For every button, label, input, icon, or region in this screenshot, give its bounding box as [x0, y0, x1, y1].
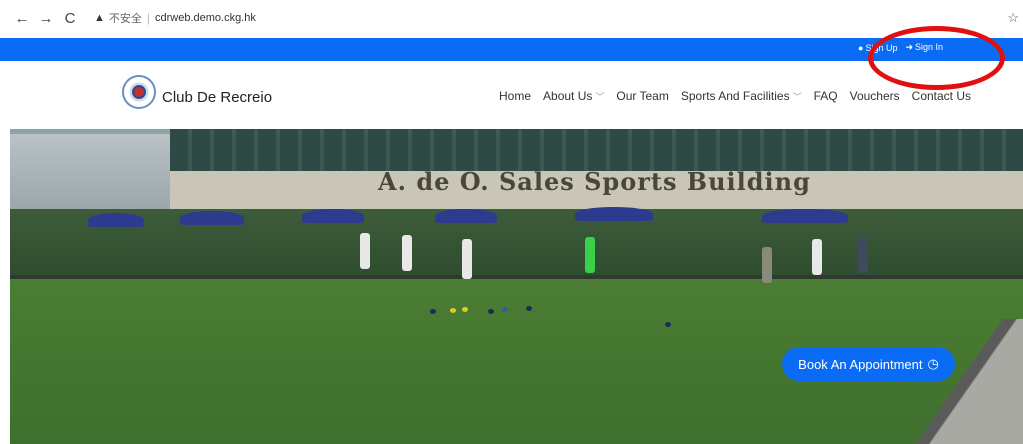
hero-image: A. de O. Sales Sports Building: [10, 129, 1023, 444]
nav-our-team[interactable]: Our Team: [616, 89, 668, 103]
forward-arrow-icon[interactable]: →: [36, 10, 56, 27]
umbrella: [435, 209, 497, 223]
player: [585, 237, 595, 273]
umbrella: [180, 211, 244, 225]
nav-contact-us[interactable]: Contact Us: [912, 89, 971, 103]
nav-about-label: About Us: [543, 89, 593, 103]
bowl: [502, 307, 508, 312]
main-nav: Home About Us ﹀ Our Team Sports And Facil…: [499, 89, 983, 103]
back-arrow-icon[interactable]: ←: [12, 10, 32, 27]
annotation-circle: [868, 26, 1005, 90]
umbrella: [302, 209, 364, 223]
nav-sports-label: Sports And Facilities: [680, 89, 790, 103]
building-sign: A. de O. Sales Sports Building: [378, 167, 811, 196]
cta-label: Book An Appointment: [798, 356, 923, 372]
chevron-down-icon: ﹀: [792, 92, 802, 102]
nav-faq[interactable]: FAQ: [814, 89, 838, 103]
browser-address-bar: ← → C ▲ 不安全 | cdrweb.demo.ckg.hk ☆: [0, 0, 1023, 36]
reload-icon[interactable]: C: [60, 10, 80, 27]
chevron-down-icon: ﹀: [595, 92, 605, 102]
insecure-label: 不安全: [108, 13, 142, 25]
player: [858, 237, 868, 273]
address-bar-actions: ☆: [1007, 10, 1019, 26]
url-separator: |: [146, 11, 151, 25]
umbrella: [762, 209, 848, 223]
url-text[interactable]: cdrweb.demo.ckg.hk: [155, 12, 256, 24]
nav-vouchers[interactable]: Vouchers: [850, 89, 900, 103]
umbrella: [575, 207, 653, 221]
clock-icon: ◷: [927, 356, 939, 371]
nav-sports-facilities[interactable]: Sports And Facilities ﹀: [681, 89, 802, 103]
hero-gutter: [913, 319, 1023, 444]
nav-contact-label: Contact Us: [911, 89, 972, 103]
nav-team-label: Our Team: [616, 89, 669, 103]
bowl: [665, 322, 671, 327]
bowl: [488, 309, 494, 314]
player: [360, 233, 370, 269]
player: [762, 247, 772, 283]
nav-about-us[interactable]: About Us ﹀: [543, 89, 604, 103]
star-icon[interactable]: ☆: [1007, 10, 1019, 26]
player: [462, 239, 472, 279]
nav-vouchers-label: Vouchers: [849, 89, 900, 103]
bowl: [450, 308, 456, 313]
bowl: [462, 307, 468, 312]
nav-home-label: Home: [499, 89, 532, 103]
brand-name[interactable]: Club De Recreio: [162, 89, 272, 106]
umbrella: [88, 213, 144, 227]
user-icon: ●: [858, 42, 864, 53]
bowl: [430, 309, 436, 314]
player: [812, 239, 822, 275]
nav-home[interactable]: Home: [499, 89, 531, 103]
book-appointment-button[interactable]: Book An Appointment ◷: [782, 347, 955, 381]
nav-faq-label: FAQ: [813, 89, 838, 103]
bowl: [526, 306, 532, 311]
logo-emblem: [132, 85, 146, 99]
warning-icon: ▲: [94, 12, 105, 24]
club-logo[interactable]: [122, 75, 156, 109]
site-header: Club De Recreio Home About Us ﹀ Our Team …: [0, 61, 1023, 129]
player: [402, 235, 412, 271]
